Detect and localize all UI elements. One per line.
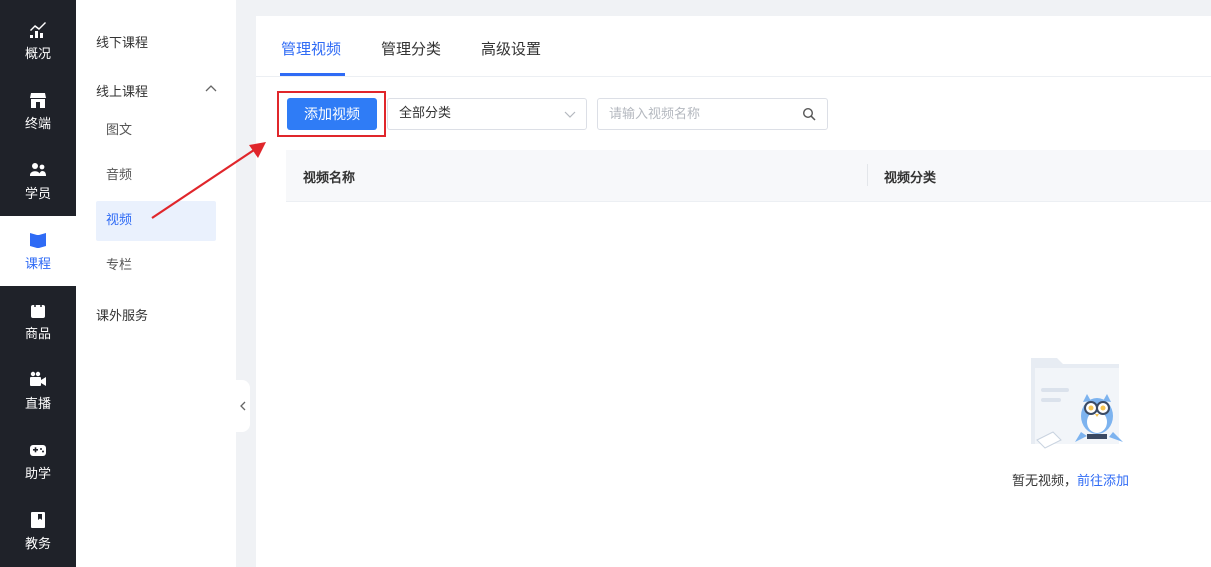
- sidebar-item-academic[interactable]: 教务: [0, 496, 76, 566]
- store-icon: [30, 92, 46, 108]
- column-header-video-category[interactable]: 视频分类: [884, 167, 936, 186]
- video-camera-icon: [30, 371, 46, 386]
- sidebar-item-courses[interactable]: 课程: [0, 216, 76, 286]
- subnav-extracurricular[interactable]: 课外服务: [96, 305, 148, 324]
- chevron-left-icon: [240, 401, 246, 411]
- column-divider: [867, 164, 868, 186]
- sidebar-item-label: 学员: [24, 186, 51, 202]
- search-icon[interactable]: [802, 107, 816, 121]
- video-management-panel: 管理视频 管理分类 高级设置 添加视频 全部分类 视频名称 视频分类: [256, 16, 1211, 567]
- subnav-online-courses[interactable]: 线上课程: [96, 81, 148, 100]
- go-add-link[interactable]: 前往添加: [1077, 474, 1129, 489]
- bag-icon: [31, 301, 45, 318]
- sidebar-item-label: 概况: [24, 46, 51, 62]
- subnav-item-column[interactable]: 专栏: [96, 246, 216, 286]
- chevron-up-icon[interactable]: [204, 82, 218, 96]
- category-select-value: 全部分类: [399, 106, 452, 121]
- sidebar-item-students[interactable]: 学员: [0, 146, 76, 216]
- book-icon: [30, 232, 46, 248]
- sidebar-item-overview[interactable]: 概况: [0, 6, 76, 76]
- sidebar-item-label: 直播: [24, 396, 51, 412]
- empty-owl-illustration: [1031, 358, 1123, 449]
- category-select[interactable]: 全部分类: [387, 98, 587, 130]
- sidebar-item-products[interactable]: 商品: [0, 286, 76, 356]
- video-search: [597, 98, 828, 130]
- tab-advanced-settings[interactable]: 高级设置: [481, 38, 541, 59]
- empty-state-text: 暂无视频，: [1012, 474, 1078, 489]
- annotation-arrow: [151, 142, 266, 219]
- search-input[interactable]: [609, 105, 789, 123]
- bookmark-icon: [31, 511, 45, 528]
- collapse-sidebar-handle[interactable]: [236, 380, 250, 432]
- sidebar-item-label: 商品: [24, 326, 51, 342]
- tab-manage-videos[interactable]: 管理视频: [281, 38, 341, 59]
- sidebar-item-label: 终端: [24, 116, 51, 132]
- tab-manage-categories[interactable]: 管理分类: [381, 38, 441, 59]
- video-table-header: 视频名称 视频分类: [286, 150, 1211, 202]
- add-video-button[interactable]: 添加视频: [287, 98, 377, 130]
- sidebar-item-study-aid[interactable]: 助学: [0, 426, 76, 496]
- active-tab-indicator: [280, 73, 345, 76]
- sidebar-item-label: 教务: [24, 536, 51, 552]
- subnav-offline-courses[interactable]: 线下课程: [96, 32, 148, 51]
- sidebar-item-terminal[interactable]: 终端: [0, 76, 76, 146]
- tab-bar: 管理视频 管理分类 高级设置: [256, 16, 1211, 77]
- main-sidebar: 概况 终端 学员 课程 商品 直播 助学 教务: [0, 0, 76, 567]
- sidebar-item-live[interactable]: 直播: [0, 356, 76, 426]
- chevron-down-icon: [564, 111, 576, 118]
- gamepad-icon: [30, 444, 46, 456]
- column-header-video-name[interactable]: 视频名称: [303, 167, 355, 186]
- sidebar-item-label: 助学: [24, 466, 51, 482]
- sidebar-item-label: 课程: [24, 256, 51, 272]
- course-subnav: 线下课程 线上课程 图文 音频 视频 专栏 课外服务: [76, 0, 236, 567]
- users-icon: [30, 162, 46, 176]
- chart-line-icon: [30, 21, 46, 38]
- empty-state-message: 暂无视频，前往添加: [1012, 470, 1129, 489]
